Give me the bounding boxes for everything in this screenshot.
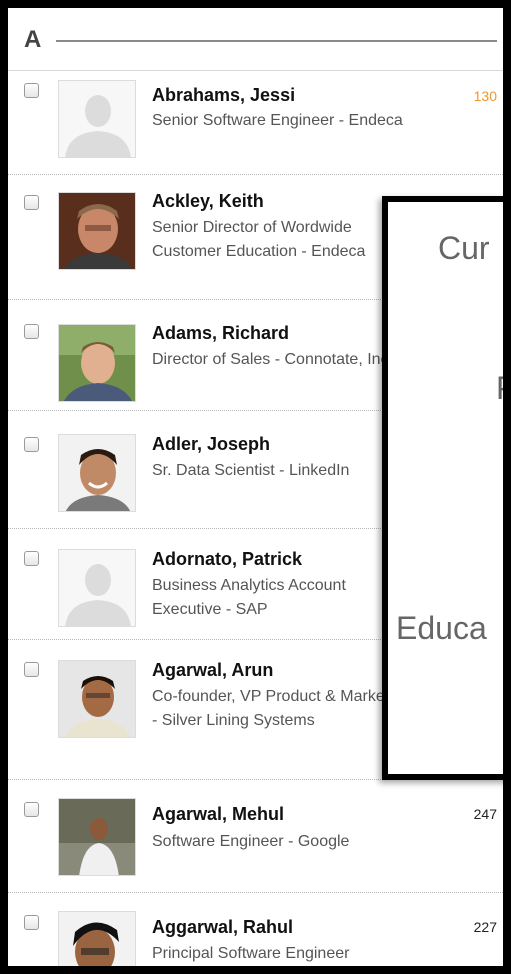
education-heading: Educa xyxy=(396,610,487,646)
contact-name[interactable]: Adornato, Patrick xyxy=(152,549,302,570)
contact-name[interactable]: Agarwal, Arun xyxy=(152,660,273,681)
contact-title: Software Engineer - Google xyxy=(152,833,350,850)
select-checkbox[interactable] xyxy=(24,662,39,677)
default-avatar-icon[interactable] xyxy=(58,549,136,627)
contacts-panel: A Abrahams, Jessi Senior Software Engine… xyxy=(8,8,503,966)
profile-preview-card: Cur P Educa xyxy=(382,196,503,780)
contact-row[interactable]: Abrahams, Jessi Senior Software Engineer… xyxy=(8,71,503,175)
section-divider xyxy=(56,40,497,42)
contact-title: Co-founder, VP Product & Marketing - Sil… xyxy=(152,688,411,729)
current-heading: Cur xyxy=(438,230,490,266)
select-checkbox[interactable] xyxy=(24,324,39,339)
section-letter: A xyxy=(24,26,42,53)
contact-title: Sr. Data Scientist - LinkedIn xyxy=(152,462,350,479)
select-checkbox[interactable] xyxy=(24,83,39,98)
connection-count: 227 xyxy=(473,919,497,935)
select-checkbox[interactable] xyxy=(24,195,39,210)
avatar[interactable] xyxy=(58,798,136,876)
select-checkbox[interactable] xyxy=(24,802,39,817)
section-header: A xyxy=(8,8,503,71)
avatar[interactable] xyxy=(58,324,136,402)
contact-name[interactable]: Agarwal, Mehul xyxy=(152,804,284,825)
contact-row[interactable]: Aggarwal, Rahul Principal Software Engin… xyxy=(8,893,503,966)
avatar[interactable] xyxy=(58,434,136,512)
contact-title: Business Analytics Account Executive - S… xyxy=(152,577,346,618)
contact-row[interactable]: Agarwal, Mehul Software Engineer - Googl… xyxy=(8,780,503,893)
contact-name[interactable]: Aggarwal, Rahul xyxy=(152,917,293,938)
past-heading: P xyxy=(496,370,503,407)
default-avatar-icon[interactable] xyxy=(58,80,136,158)
connection-count: 247 xyxy=(473,806,497,822)
contact-title: Principal Software Engineer xyxy=(152,945,350,962)
avatar[interactable] xyxy=(58,911,136,966)
contact-title: Senior Software Engineer - Endeca xyxy=(152,112,403,129)
contact-name[interactable]: Abrahams, Jessi xyxy=(152,85,295,106)
contact-name[interactable]: Ackley, Keith xyxy=(152,191,264,212)
avatar[interactable] xyxy=(58,192,136,270)
avatar[interactable] xyxy=(58,660,136,738)
select-checkbox[interactable] xyxy=(24,915,39,930)
contact-title: Director of Sales - Connotate, Inc. xyxy=(152,351,393,368)
connection-count: 130 xyxy=(473,88,497,104)
contact-title: Senior Director of Wordwide Customer Edu… xyxy=(152,219,366,260)
contact-name[interactable]: Adams, Richard xyxy=(152,323,289,344)
select-checkbox[interactable] xyxy=(24,437,39,452)
contact-name[interactable]: Adler, Joseph xyxy=(152,434,270,455)
select-checkbox[interactable] xyxy=(24,551,39,566)
